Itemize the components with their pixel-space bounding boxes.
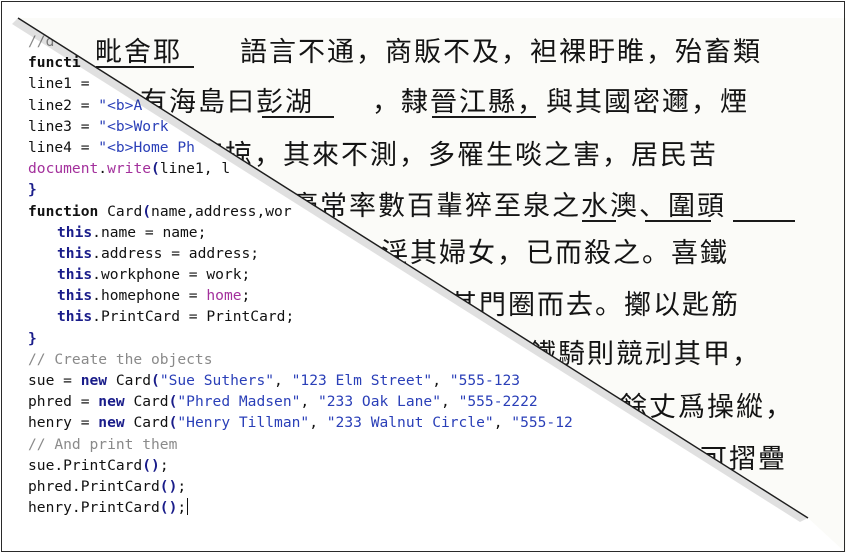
book-line: 其門圈而去。擲以匙筋 — [450, 290, 740, 321]
code-line: sue.PrintCard(); — [28, 456, 169, 474]
code-line: phred = new Card("Phred Madsen", "233 Oa… — [28, 393, 538, 411]
underline — [96, 66, 194, 68]
code-line: } — [28, 329, 37, 347]
code-line-last: henry.PrintCard(); — [28, 497, 573, 518]
code-line-text: henry.PrintCard(); — [28, 499, 187, 517]
underline — [582, 220, 616, 222]
code-line: // Create the objects — [28, 350, 213, 368]
book-line: 毗舍耶 語言不通，商販不及，袒裸盱睢，殆畜類 — [95, 37, 762, 68]
text-cursor — [187, 498, 189, 516]
code-line: sue = new Card("Sue Suthers", "123 Elm S… — [28, 372, 521, 389]
underline — [645, 220, 711, 222]
code-line: phred.PrintCard(); — [28, 477, 187, 495]
book-line: 寇掠，其來不測，多罹生啖之害，居民苦 — [196, 140, 718, 171]
code-line: henry = new Card("Henry Tillman", "233 W… — [28, 414, 573, 432]
code-line: // And print them — [28, 435, 178, 453]
book-line: 有海島曰彭湖 ，隸晉江縣，與其國密邇，煙 — [140, 87, 749, 118]
underline — [432, 116, 536, 118]
screenshot-frame: //d functi line1 = line2 = "<b>A line3 = "<… — [0, 0, 846, 553]
underline — [733, 220, 795, 222]
underline — [262, 116, 334, 118]
